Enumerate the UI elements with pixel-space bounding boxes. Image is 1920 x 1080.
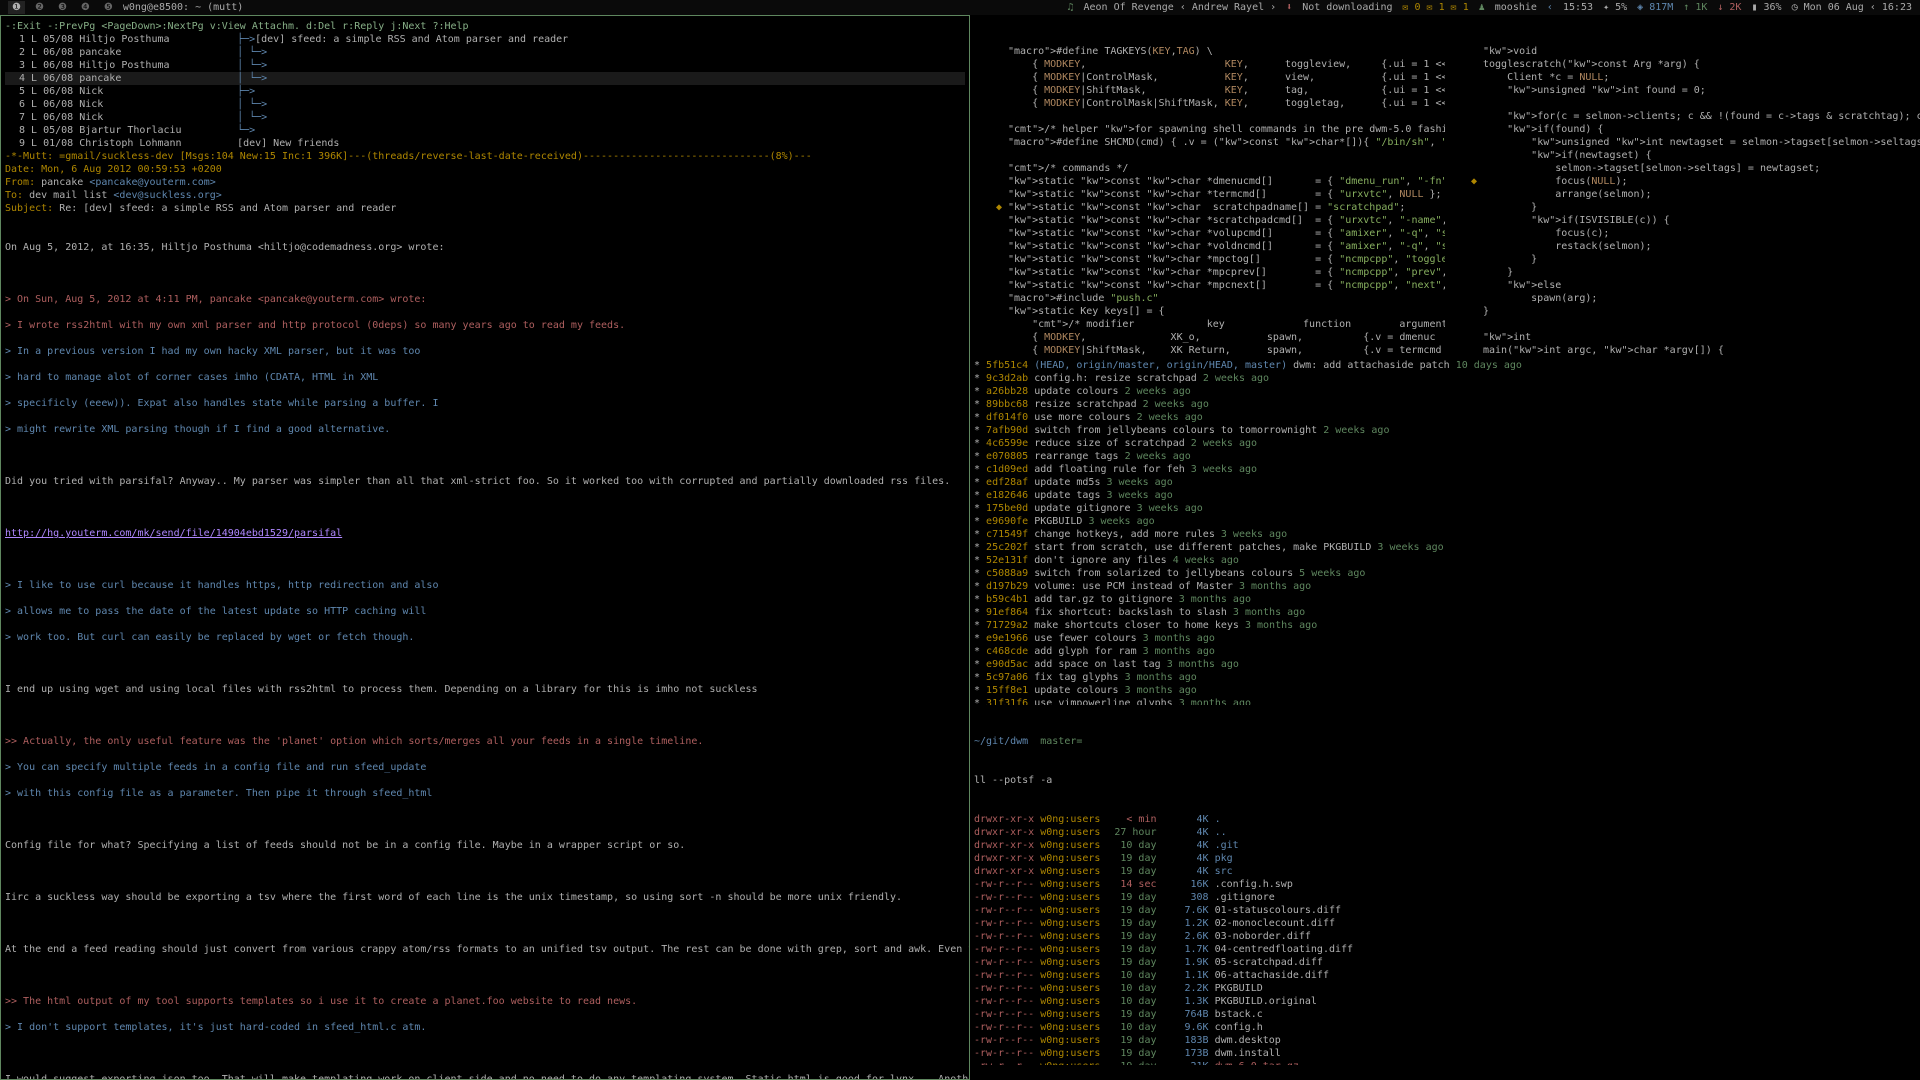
battery-status: ▮ 36%	[1751, 1, 1781, 14]
git-log-entry[interactable]: * 5c97a06 fix tag glyphs 3 months ago	[974, 671, 1916, 684]
workspace-3[interactable]: ❸	[54, 1, 71, 14]
ls-row: -rw-r--r-- w0ng:users 14 sec 16K .config…	[974, 878, 1916, 891]
ls-row: drwxr-xr-x w0ng:users < min 4K .	[974, 813, 1916, 826]
mutt-status-bar: -*-Mutt: =gmail/suckless-dev [Msgs:104 N…	[5, 150, 965, 163]
ls-row: -rw-r--r-- w0ng:users 10 day 1.3K PKGBUI…	[974, 995, 1916, 1008]
time: 15:53	[1563, 1, 1593, 14]
mutt-index-row[interactable]: 5 L 06/08 Nick ├─>	[5, 85, 965, 98]
git-log-entry[interactable]: * 91ef864 fix shortcut: backslash to sla…	[974, 606, 1916, 619]
git-log-entry[interactable]: * c71549f change hotkeys, add more rules…	[974, 528, 1916, 541]
git-log-pane[interactable]: * 5fb51c4 (HEAD, origin/master, origin/H…	[970, 355, 1920, 705]
git-log-entry[interactable]: * 52e131f don't ignore any files 4 weeks…	[974, 554, 1916, 567]
git-log-entry[interactable]: * a26bb28 update colours 2 weeks ago	[974, 385, 1916, 398]
ls-row: -rw-r--r-- w0ng:users 19 day 21K dwm-6.0…	[974, 1060, 1916, 1065]
git-log-entry[interactable]: * 4c6599e reduce size of scratchpad 2 we…	[974, 437, 1916, 450]
vim-pane-config[interactable]: "macro">#define TAGKEYS(KEY,TAG) \ { MOD…	[970, 15, 1445, 355]
vim-pane-dwm[interactable]: "kw">void togglescratch("kw">const Arg *…	[1445, 15, 1920, 355]
workspace-4[interactable]: ❹	[77, 1, 94, 14]
time-separator: ‹	[1547, 1, 1553, 14]
ls-row: -rw-r--r-- w0ng:users 19 day 764B bstack…	[974, 1008, 1916, 1021]
git-log-entry[interactable]: * df014f0 use more colours 2 weeks ago	[974, 411, 1916, 424]
mail-status: ✉ 0 ✉ 1 ✉ 1	[1403, 1, 1469, 14]
mutt-index-row[interactable]: 6 L 06/08 Nick │ └─>	[5, 98, 965, 111]
git-log-entry[interactable]: * e90d5ac add space on last tag 3 months…	[974, 658, 1916, 671]
mutt-index-row[interactable]: 2 L 06/08 pancake │ └─>	[5, 46, 965, 59]
ls-row: -rw-r--r-- w0ng:users 19 day 1.2K 02-mon…	[974, 917, 1916, 930]
ls-row: drwxr-xr-x w0ng:users 19 day 4K pkg	[974, 852, 1916, 865]
git-log-entry[interactable]: * c5088a9 switch from solarized to jelly…	[974, 567, 1916, 580]
message-headers: Date: Mon, 6 Aug 2012 00:59:53 +0200 Fro…	[5, 163, 965, 215]
git-log-entry[interactable]: * 175be0d update gitignore 3 weeks ago	[974, 502, 1916, 515]
window-title: w0ng@e8500: ~ (mutt)	[123, 1, 243, 14]
mutt-pane[interactable]: -:Exit -:PrevPg <PageDown>:NextPg v:View…	[0, 15, 970, 1080]
git-log-entry[interactable]: * c468cde add glyph for ram 3 months ago	[974, 645, 1916, 658]
mutt-index-row[interactable]: 8 L 05/08 Bjartur Thorlaciu └─>	[5, 124, 965, 137]
music-status: Aeon Of Revenge ‹ Andrew Rayel ›	[1084, 1, 1277, 14]
git-log-entry[interactable]: * 71729a2 make shortcuts closer to home …	[974, 619, 1916, 632]
download-status: Not downloading	[1302, 1, 1392, 14]
ls-row: -rw-r--r-- w0ng:users 19 day 1.7K 04-cen…	[974, 943, 1916, 956]
git-log-entry[interactable]: * e9e1966 use fewer colours 3 months ago	[974, 632, 1916, 645]
workspace-1[interactable]: ❶	[8, 1, 25, 14]
ls-row: -rw-r--r-- w0ng:users 19 day 173B dwm.in…	[974, 1047, 1916, 1060]
git-log-entry[interactable]: * 15ff8e1 update colours 3 months ago	[974, 684, 1916, 697]
git-log-entry[interactable]: * b59c4b1 add tar.gz to gitignore 3 mont…	[974, 593, 1916, 606]
mutt-index-row[interactable]: 7 L 06/08 Nick │ └─>	[5, 111, 965, 124]
ls-row: -rw-r--r-- w0ng:users 10 day 2.2K PKGBUI…	[974, 982, 1916, 995]
ls-row: -rw-r--r-- w0ng:users 19 day 2.6K 03-nob…	[974, 930, 1916, 943]
git-log-entry[interactable]: * e9690fe PKGBUILD 3 weeks ago	[974, 515, 1916, 528]
git-log-entry[interactable]: * c1d09ed add floating rule for feh 3 we…	[974, 463, 1916, 476]
git-log-entry[interactable]: * 5fb51c4 (HEAD, origin/master, origin/H…	[974, 359, 1916, 372]
parsifal-link[interactable]: http://hg.youterm.com/mk/send/file/14904…	[5, 528, 342, 539]
date: ◷ Mon 06 Aug ‹ 16:23	[1792, 1, 1912, 14]
mutt-index-row[interactable]: 3 L 06/08 Hiltjo Posthuma │ └─>	[5, 59, 965, 72]
git-log-entry[interactable]: * edf28af update md5s 3 weeks ago	[974, 476, 1916, 489]
ls-row: drwxr-xr-x w0ng:users 19 day 4K src	[974, 865, 1916, 878]
ls-row: drwxr-xr-x w0ng:users 27 hour 4K ..	[974, 826, 1916, 839]
status-bar: ❶ ❷ ❸ ❹ ❺ w0ng@e8500: ~ (mutt) ♫ Aeon Of…	[0, 0, 1920, 15]
git-log-entry[interactable]: * 31f31f6 use vimpowerline glyphs 3 mont…	[974, 697, 1916, 705]
ls-row: -rw-r--r-- w0ng:users 10 day 9.6K config…	[974, 1021, 1916, 1034]
mutt-index-row[interactable]: 9 L 01/08 Christoph Lohmann [dev] New fr…	[5, 137, 965, 150]
git-log-entry[interactable]: * d197b29 volume: use PCM instead of Mas…	[974, 580, 1916, 593]
ls-row: -rw-r--r-- w0ng:users 19 day 308 .gitign…	[974, 891, 1916, 904]
user-name: mooshie	[1495, 1, 1537, 14]
git-log-entry[interactable]: * 9c3d2ab config.h: resize scratchpad 2 …	[974, 372, 1916, 385]
git-log-entry[interactable]: * e182646 update tags 3 weeks ago	[974, 489, 1916, 502]
git-log-entry[interactable]: * 7afb90d switch from jellybeans colours…	[974, 424, 1916, 437]
net-up: ↑ 1K	[1683, 1, 1707, 14]
music-icon: ♫	[1067, 1, 1073, 14]
ls-row: drwxr-xr-x w0ng:users 10 day 4K .git	[974, 839, 1916, 852]
net-down: ↓ 2K	[1717, 1, 1741, 14]
user-icon: ♟	[1479, 1, 1485, 14]
terminal-pane[interactable]: ~/git/dwm master= ll --potsf -a drwxr-xr…	[970, 705, 1920, 1065]
git-log-entry[interactable]: * 25c202f start from scratch, use differ…	[974, 541, 1916, 554]
mutt-index-row[interactable]: 1 L 05/08 Hiltjo Posthuma ├─>[dev] sfeed…	[5, 33, 965, 46]
mutt-help-bar: -:Exit -:PrevPg <PageDown>:NextPg v:View…	[5, 20, 965, 33]
download-icon: ⬇	[1286, 1, 1292, 14]
git-log-entry[interactable]: * e070805 rearrange tags 2 weeks ago	[974, 450, 1916, 463]
message-body[interactable]: On Aug 5, 2012, at 16:35, Hiltjo Posthum…	[5, 215, 965, 1080]
mutt-index[interactable]: 1 L 05/08 Hiltjo Posthuma ├─>[dev] sfeed…	[5, 33, 965, 150]
ls-row: -rw-r--r-- w0ng:users 19 day 1.9K 05-scr…	[974, 956, 1916, 969]
git-log-entry[interactable]: * 89bbc68 resize scratchpad 2 weeks ago	[974, 398, 1916, 411]
cpu-status: ✦ 5%	[1603, 1, 1627, 14]
mutt-index-row[interactable]: 4 L 06/08 pancake │ └─>	[5, 72, 965, 85]
ls-row: -rw-r--r-- w0ng:users 10 day 1.1K 06-att…	[974, 969, 1916, 982]
ls-row: -rw-r--r-- w0ng:users 19 day 183B dwm.de…	[974, 1034, 1916, 1047]
ls-row: -rw-r--r-- w0ng:users 19 day 7.6K 01-sta…	[974, 904, 1916, 917]
workspace-2[interactable]: ❷	[31, 1, 48, 14]
workspace-5[interactable]: ❺	[100, 1, 117, 14]
mem-status: ◈ 817M	[1637, 1, 1673, 14]
